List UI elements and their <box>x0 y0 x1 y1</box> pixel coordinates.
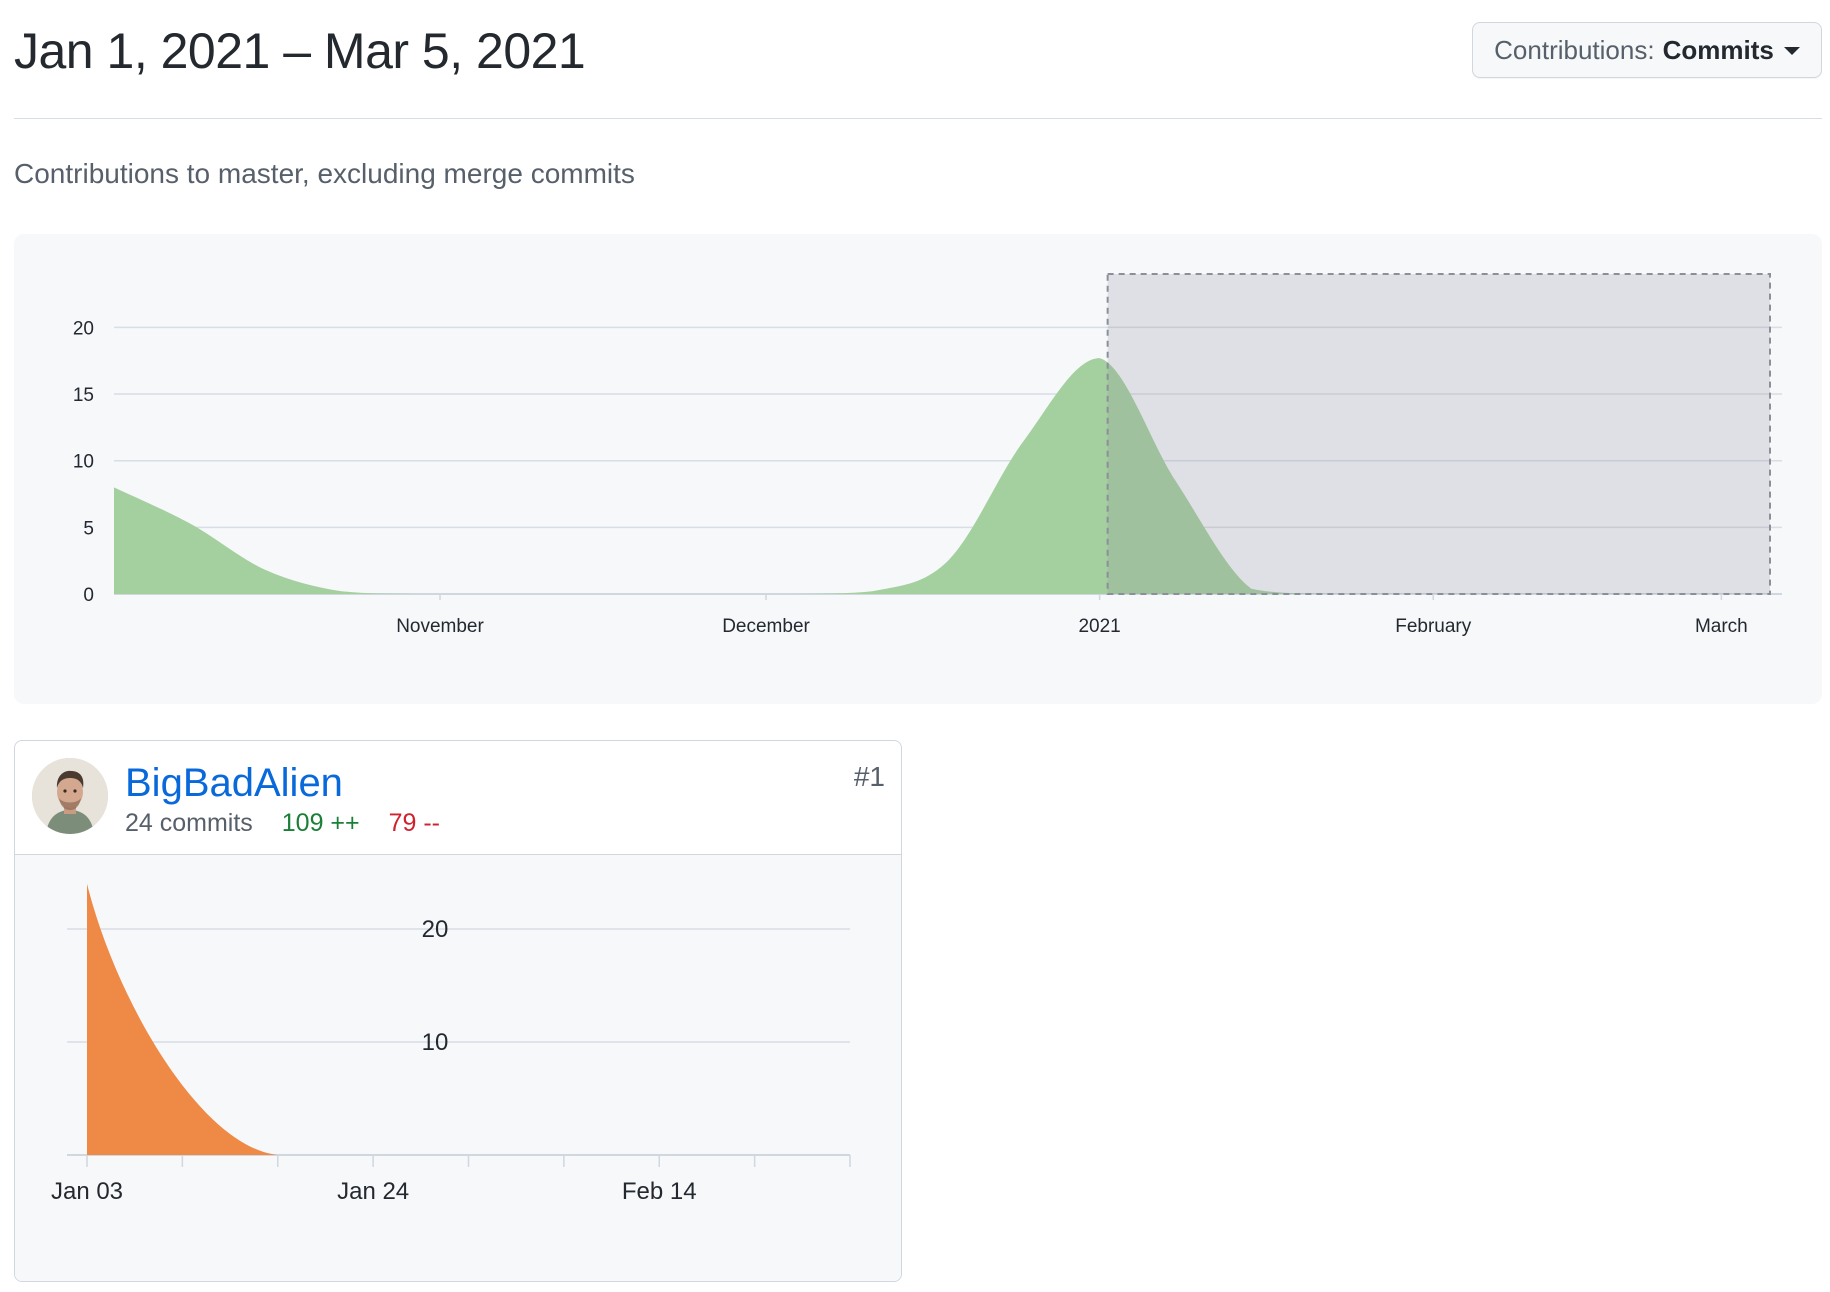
additions-count: 109 ++ <box>281 809 360 837</box>
x-tick-label: March <box>1695 616 1748 637</box>
person-avatar-icon <box>32 758 108 834</box>
x-tick-label: Feb 14 <box>622 1178 697 1205</box>
main-chart-svg[interactable]: 0 5 10 15 20 November December 2021 February Marc… <box>14 234 1822 704</box>
y-tick-label: 0 <box>83 585 94 606</box>
chart-subtitle: Contributions to master, excluding merge… <box>14 158 635 189</box>
y-tick-label: 15 <box>73 385 94 406</box>
deletions-count: 79 -- <box>388 809 440 837</box>
y-tick-label: 10 <box>73 452 94 473</box>
y-tick-label: 20 <box>422 916 449 943</box>
x-tick-label: Jan 24 <box>337 1178 409 1205</box>
x-tick-label: February <box>1395 616 1472 637</box>
contributor-chart-svg: 10 20 Jan 03 Jan 24 Feb 14 <box>51 883 851 1205</box>
contributions-dropdown-button[interactable]: Contributions: Commits <box>1472 22 1822 78</box>
contributor-card-header: BigBadAlien 24 commits 109 ++ 79 -- #1 <box>15 741 901 855</box>
x-tick-label: 2021 <box>1078 616 1120 637</box>
contributor-stats: 24 commits 109 ++ 79 -- <box>125 809 440 838</box>
contributions-value: Commits <box>1662 34 1774 65</box>
contributor-card: BigBadAlien 24 commits 109 ++ 79 -- #1 1… <box>14 740 902 1282</box>
y-tick-label: 5 <box>83 518 94 539</box>
date-range-selection-brush <box>1106 273 1771 595</box>
header-divider <box>14 118 1822 119</box>
date-range-title: Jan 1, 2021 – Mar 5, 2021 <box>14 23 586 79</box>
main-contribution-chart[interactable]: 0 5 10 15 20 November December 2021 February Marc… <box>14 234 1822 704</box>
y-tick-label: 20 <box>73 318 94 339</box>
x-tick-label: Jan 03 <box>51 1178 123 1205</box>
contributor-rank: #1 <box>853 761 885 792</box>
contributor-chart-area: 10 20 Jan 03 Jan 24 Feb 14 <box>15 855 901 1281</box>
x-tick-label: November <box>396 616 484 637</box>
contributions-label: Contributions: <box>1494 34 1655 65</box>
x-tick-label: December <box>722 616 810 637</box>
contributors-page: Jan 1, 2021 – Mar 5, 2021 Contributions:… <box>0 0 1830 1292</box>
y-tick-label: 10 <box>422 1029 449 1056</box>
contributor-name-link[interactable]: BigBadAlien <box>125 761 343 806</box>
contributor-area-series <box>87 883 278 1155</box>
avatar[interactable] <box>32 758 108 834</box>
commits-count-link[interactable]: 24 commits <box>125 809 253 837</box>
caret-down-icon <box>1783 47 1800 55</box>
